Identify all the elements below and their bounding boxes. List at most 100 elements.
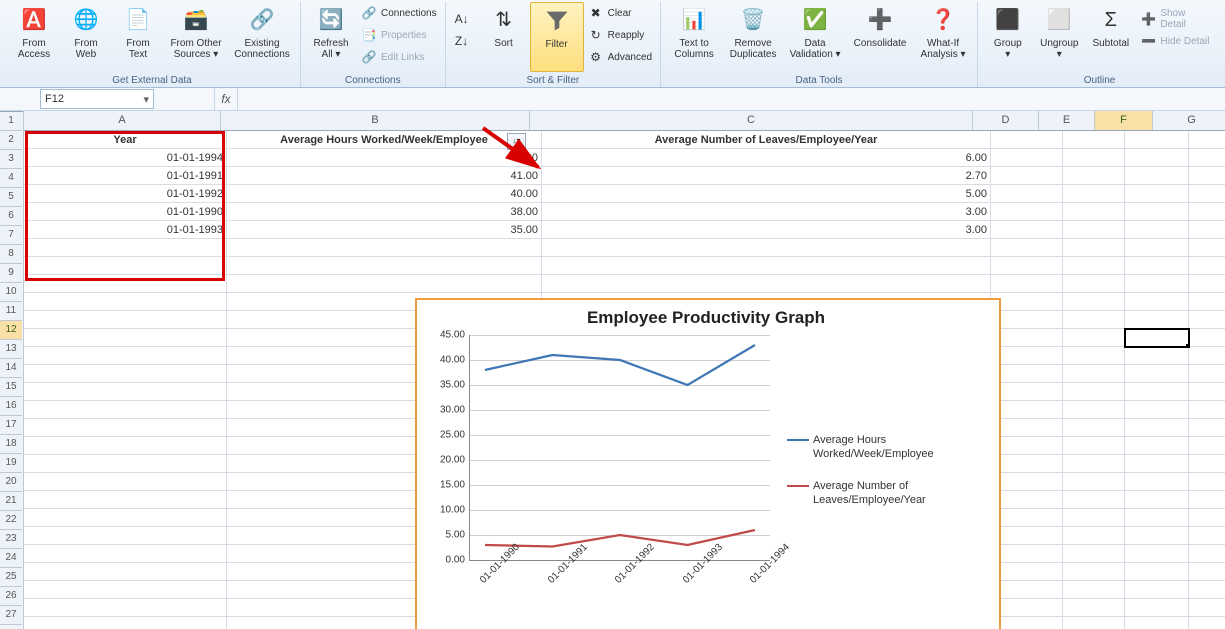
cell-F14[interactable] bbox=[1125, 365, 1189, 383]
row-header-13[interactable]: 13 bbox=[0, 340, 22, 359]
cell-F25[interactable] bbox=[1125, 563, 1189, 581]
row-header-26[interactable]: 26 bbox=[0, 587, 22, 606]
cell-F7[interactable] bbox=[1125, 239, 1189, 257]
cell-D16[interactable] bbox=[991, 401, 1063, 419]
cell-A7[interactable] bbox=[24, 239, 227, 257]
cell-A26[interactable] bbox=[24, 581, 227, 599]
cell-F27[interactable] bbox=[1125, 599, 1189, 617]
cell-E13[interactable] bbox=[1063, 347, 1125, 365]
cell-G27[interactable] bbox=[1189, 599, 1225, 617]
cell-E1[interactable] bbox=[1063, 131, 1125, 149]
cell-E28[interactable] bbox=[1063, 617, 1125, 629]
cell-G12[interactable] bbox=[1189, 329, 1225, 347]
cell-D24[interactable] bbox=[991, 545, 1063, 563]
cell-A14[interactable] bbox=[24, 365, 227, 383]
cell-G11[interactable] bbox=[1189, 311, 1225, 329]
row-header-5[interactable]: 5 bbox=[0, 188, 22, 207]
col-header-E[interactable]: E bbox=[1039, 111, 1095, 130]
cell-F24[interactable] bbox=[1125, 545, 1189, 563]
cell-B6[interactable]: 35.00 bbox=[227, 221, 542, 239]
col-header-C[interactable]: C bbox=[530, 111, 973, 130]
cell-G5[interactable] bbox=[1189, 203, 1225, 221]
cell-G20[interactable] bbox=[1189, 473, 1225, 491]
cell-E18[interactable] bbox=[1063, 437, 1125, 455]
from-web-button[interactable]: 🌐 From Web bbox=[60, 2, 112, 70]
cell-C8[interactable] bbox=[542, 257, 991, 275]
row-header-25[interactable]: 25 bbox=[0, 568, 22, 587]
ungroup-button[interactable]: ⬜ Ungroup ▾ bbox=[1034, 2, 1085, 70]
cell-G19[interactable] bbox=[1189, 455, 1225, 473]
cell-E25[interactable] bbox=[1063, 563, 1125, 581]
cell-D1[interactable] bbox=[991, 131, 1063, 149]
cell-A8[interactable] bbox=[24, 257, 227, 275]
cell-F10[interactable] bbox=[1125, 293, 1189, 311]
cell-F17[interactable] bbox=[1125, 419, 1189, 437]
row-header-27[interactable]: 27 bbox=[0, 606, 22, 625]
cell-G4[interactable] bbox=[1189, 185, 1225, 203]
cell-E6[interactable] bbox=[1063, 221, 1125, 239]
cell-C6[interactable]: 3.00 bbox=[542, 221, 991, 239]
cell-D28[interactable] bbox=[991, 617, 1063, 629]
cell-G8[interactable] bbox=[1189, 257, 1225, 275]
cell-D18[interactable] bbox=[991, 437, 1063, 455]
cell-D17[interactable] bbox=[991, 419, 1063, 437]
row-header-19[interactable]: 19 bbox=[0, 454, 22, 473]
cell-B1[interactable]: Average Hours Worked/Week/Employee bbox=[227, 131, 542, 149]
cell-A11[interactable] bbox=[24, 311, 227, 329]
cell-G7[interactable] bbox=[1189, 239, 1225, 257]
row-header-16[interactable]: 16 bbox=[0, 397, 22, 416]
cell-A27[interactable] bbox=[24, 599, 227, 617]
cell-D5[interactable] bbox=[991, 203, 1063, 221]
cell-E10[interactable] bbox=[1063, 293, 1125, 311]
advanced-button[interactable]: ⚙Advanced bbox=[584, 46, 656, 68]
cell-G22[interactable] bbox=[1189, 509, 1225, 527]
cell-D7[interactable] bbox=[991, 239, 1063, 257]
col-header-F[interactable]: F bbox=[1095, 111, 1153, 130]
what-if-button[interactable]: ❓ What-If Analysis ▾ bbox=[913, 2, 973, 70]
cell-A16[interactable] bbox=[24, 401, 227, 419]
cell-F12[interactable] bbox=[1125, 329, 1189, 347]
cell-F22[interactable] bbox=[1125, 509, 1189, 527]
row-header-10[interactable]: 10 bbox=[0, 283, 22, 302]
row-header-7[interactable]: 7 bbox=[0, 226, 22, 245]
cell-G24[interactable] bbox=[1189, 545, 1225, 563]
cell-F19[interactable] bbox=[1125, 455, 1189, 473]
cell-D21[interactable] bbox=[991, 491, 1063, 509]
row-header-6[interactable]: 6 bbox=[0, 207, 22, 226]
cell-G3[interactable] bbox=[1189, 167, 1225, 185]
filter-button[interactable]: Filter bbox=[530, 2, 584, 72]
cell-B8[interactable] bbox=[227, 257, 542, 275]
cell-B3[interactable]: 41.00 bbox=[227, 167, 542, 185]
cell-G25[interactable] bbox=[1189, 563, 1225, 581]
row-header-2[interactable]: 2 bbox=[0, 131, 22, 150]
cell-D22[interactable] bbox=[991, 509, 1063, 527]
cell-G26[interactable] bbox=[1189, 581, 1225, 599]
cell-B7[interactable] bbox=[227, 239, 542, 257]
cell-E5[interactable] bbox=[1063, 203, 1125, 221]
from-other-sources-button[interactable]: 🗃️ From Other Sources ▾ bbox=[164, 2, 228, 70]
cell-G28[interactable] bbox=[1189, 617, 1225, 629]
grid[interactable]: YearAverage Hours Worked/Week/EmployeeAv… bbox=[24, 131, 1225, 629]
cell-G14[interactable] bbox=[1189, 365, 1225, 383]
cell-D10[interactable] bbox=[991, 293, 1063, 311]
cell-F20[interactable] bbox=[1125, 473, 1189, 491]
cell-E7[interactable] bbox=[1063, 239, 1125, 257]
cell-A23[interactable] bbox=[24, 527, 227, 545]
cell-D14[interactable] bbox=[991, 365, 1063, 383]
cell-G21[interactable] bbox=[1189, 491, 1225, 509]
cell-D25[interactable] bbox=[991, 563, 1063, 581]
cell-E16[interactable] bbox=[1063, 401, 1125, 419]
cell-D27[interactable] bbox=[991, 599, 1063, 617]
cell-A13[interactable] bbox=[24, 347, 227, 365]
cell-E9[interactable] bbox=[1063, 275, 1125, 293]
cell-B9[interactable] bbox=[227, 275, 542, 293]
sort-asc-button[interactable]: A↓ bbox=[450, 8, 478, 30]
col-header-B[interactable]: B bbox=[221, 111, 530, 130]
row-header-28[interactable]: 28 bbox=[0, 625, 22, 629]
cell-F18[interactable] bbox=[1125, 437, 1189, 455]
cell-F26[interactable] bbox=[1125, 581, 1189, 599]
cell-E11[interactable] bbox=[1063, 311, 1125, 329]
cell-D20[interactable] bbox=[991, 473, 1063, 491]
cell-E26[interactable] bbox=[1063, 581, 1125, 599]
group-button[interactable]: ⬛ Group ▾ bbox=[982, 2, 1033, 70]
